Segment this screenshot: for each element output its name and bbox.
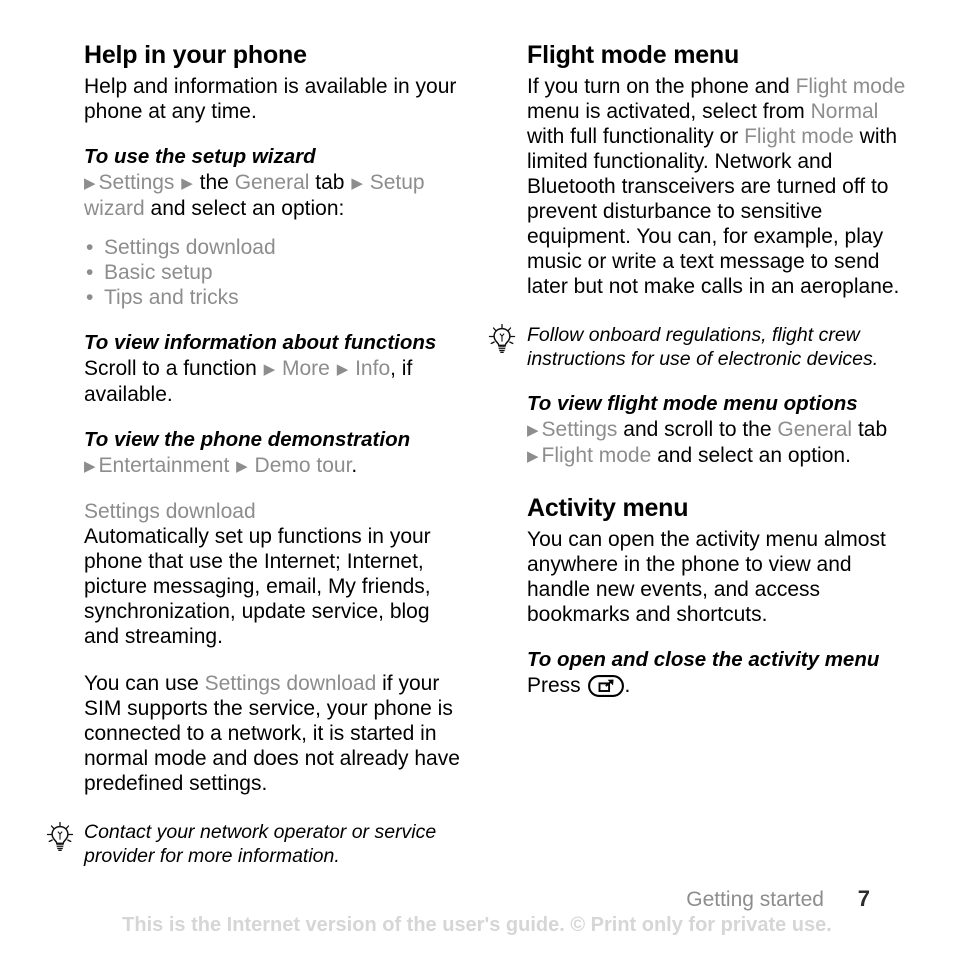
menu-general: General: [234, 171, 310, 194]
activity-menu-press-instruction: Press .: [527, 673, 907, 703]
right-column: Flight mode menu If you turn on the phon…: [488, 40, 907, 703]
intro-part-4: with limited functionality. Network and …: [527, 125, 900, 298]
footer-chapter-label: Getting started: [686, 888, 824, 911]
path-word-tab: tab: [315, 171, 345, 194]
arrow-icon: ▶: [527, 448, 539, 465]
bullet-icon: •: [86, 236, 94, 259]
arrow-icon: ▶: [263, 361, 276, 378]
paragraph-lead-text: You can use: [84, 672, 199, 695]
arrow-icon: ▶: [336, 361, 349, 378]
arrow-icon: ▶: [84, 175, 96, 192]
demo-path: ▶ Entertainment ▶ Demo tour.: [84, 453, 464, 479]
press-label: Press: [527, 674, 581, 697]
path-tail-text: and select an option.: [657, 444, 851, 467]
menu-more: More: [282, 357, 330, 380]
menu-general: General: [777, 418, 853, 441]
intro-part-2: menu is activated, select from: [527, 100, 805, 123]
lightbulb-icon: [45, 821, 75, 853]
page-title-flight-mode-menu: Flight mode menu: [527, 41, 740, 69]
menu-normal: Normal: [810, 100, 879, 123]
menu-flight-mode: Flight mode: [795, 75, 906, 98]
flight-options-path-line-1: ▶ Settings and scroll to the General tab: [527, 417, 907, 443]
list-item: • Basic setup: [84, 260, 464, 285]
menu-settings: Settings: [541, 418, 618, 441]
path-lead-text: Scroll to a function: [84, 357, 257, 380]
path-tail-text: and select an option:: [150, 197, 345, 220]
path-mid-text: and scroll to the: [623, 418, 772, 441]
arrow-icon: ▶: [84, 458, 96, 475]
option-label: Settings download: [104, 236, 276, 259]
arrow-icon: ▶: [351, 175, 363, 192]
flight-options-path-line-2: ▶ Flight mode and select an option.: [527, 443, 907, 469]
page-number: 7: [857, 886, 870, 911]
menu-info: Info: [355, 357, 391, 380]
view-info-path: Scroll to a function ▶ More ▶ Info, if a…: [84, 356, 464, 407]
tip-note-left: Contact your network operator or service…: [46, 820, 464, 868]
settings-download-paragraph-2: You can use Settings download if your SI…: [84, 671, 464, 796]
activity-menu-key-icon: [587, 675, 624, 703]
left-column: Help in your phone Help and information …: [46, 40, 464, 868]
tip-note-text: Contact your network operator or service…: [84, 821, 437, 867]
intro-part-1: If you turn on the phone and: [527, 75, 790, 98]
path-word-the: the: [199, 171, 229, 194]
setup-wizard-options-list: • Settings download • Basic setup • Tips an…: [84, 235, 464, 310]
menu-demo-tour: Demo tour: [254, 454, 352, 477]
lightbulb-icon: [487, 323, 517, 355]
activity-menu-paragraph: You can open the activity menu almost an…: [527, 528, 886, 626]
bullet-icon: •: [86, 261, 94, 284]
flight-mode-intro-paragraph: If you turn on the phone and Flight mode…: [527, 74, 907, 299]
menu-flight-mode: Flight mode: [541, 444, 652, 467]
page-title-help-in-your-phone: Help in your phone: [84, 41, 307, 69]
settings-download-paragraph-1: Automatically set up functions in your p…: [84, 525, 431, 648]
path-tail-text: .: [351, 454, 358, 477]
tip-note-right: Follow onboard regulations, flight crew …: [488, 323, 907, 371]
manual-page: Help in your phone Help and information …: [0, 0, 954, 954]
menu-settings-download: Settings download: [204, 672, 377, 695]
option-label: Tips and tricks: [104, 286, 239, 309]
tip-note-text: Follow onboard regulations, flight crew …: [527, 324, 879, 370]
task-title-view-phone-demonstration: To view the phone demonstration: [84, 428, 411, 451]
page-title-activity-menu: Activity menu: [527, 494, 689, 522]
setup-wizard-path: ▶ Settings ▶ the General tab ▶ Setup wiza…: [84, 170, 464, 221]
press-tail-text: .: [624, 674, 631, 697]
task-title-setup-wizard: To use the setup wizard: [84, 145, 316, 168]
arrow-icon: ▶: [181, 175, 193, 192]
intro-part-3: with full functionality or: [527, 125, 739, 148]
task-title-open-close-activity-menu: To open and close the activity menu: [527, 648, 880, 671]
subheading-settings-download: Settings download: [84, 500, 256, 523]
path-word-tab: tab: [857, 418, 888, 441]
task-title-view-flight-mode-menu-options: To view flight mode menu options: [527, 392, 858, 415]
bullet-icon: •: [86, 286, 94, 309]
arrow-icon: ▶: [527, 422, 539, 439]
menu-flight-mode: Flight mode: [744, 125, 854, 148]
menu-settings: Settings: [98, 171, 175, 194]
footer-disclaimer: This is the Internet version of the user…: [122, 914, 832, 936]
list-item: • Settings download: [84, 235, 464, 260]
help-intro-paragraph: Help and information is available in you…: [84, 75, 457, 123]
arrow-icon: ▶: [236, 458, 248, 475]
task-title-view-information-about-functions: To view information about functions: [84, 331, 437, 354]
option-label: Basic setup: [104, 261, 213, 284]
list-item: • Tips and tricks: [84, 285, 464, 310]
menu-entertainment: Entertainment: [98, 454, 230, 477]
